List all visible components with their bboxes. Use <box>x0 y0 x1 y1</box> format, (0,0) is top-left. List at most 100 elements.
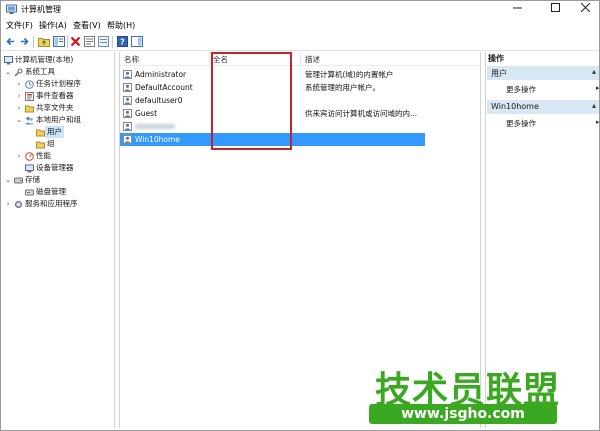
export-list-icon <box>98 36 109 47</box>
column-header-name[interactable]: 名称 <box>124 54 139 65</box>
column-header-fullname[interactable]: 全名 <box>213 54 228 65</box>
minimize-button[interactable] <box>503 1 531 18</box>
tree-label: 组 <box>47 139 55 148</box>
user-row-selected[interactable]: Win10home <box>120 133 425 146</box>
tree-label: 本地用户和组 <box>36 115 81 124</box>
user-name: defaultuser0 <box>135 96 183 105</box>
more-actions-label: 更多操作 <box>506 119 536 128</box>
folder-up-icon <box>37 38 50 47</box>
user-account-icon <box>123 96 132 105</box>
column-divider[interactable] <box>300 52 301 66</box>
tree-label: 系统工具 <box>25 67 55 76</box>
tree-label: 磁盘管理 <box>36 187 66 196</box>
user-description: 管理计算机(域)的内置帐户 <box>305 70 394 79</box>
user-name: Administrator <box>135 70 187 79</box>
actions-section-label: 用户 <box>491 69 507 78</box>
storage-icon <box>14 177 23 184</box>
computer-icon <box>4 56 13 65</box>
performance-icon <box>25 152 34 161</box>
column-header-description[interactable]: 描述 <box>305 54 320 65</box>
services-icon <box>15 201 22 208</box>
more-actions-item[interactable]: 更多操作 ▸ <box>506 118 600 129</box>
properties-icon <box>84 36 95 47</box>
back-button[interactable] <box>4 35 17 48</box>
user-account-icon <box>123 135 132 144</box>
menu-file[interactable]: 文件(F) <box>6 20 33 31</box>
close-button[interactable] <box>571 1 599 18</box>
site-watermark: 技术员联盟 www.jsgho.com <box>353 361 571 425</box>
window-title: 计算机管理 <box>21 5 61 14</box>
toolbar-separator <box>112 36 113 48</box>
user-description: 供来宾访问计算机或访问域的内... <box>305 109 418 118</box>
tree-label: 任务计划程序 <box>36 79 81 88</box>
user-account-icon <box>123 109 132 118</box>
close-icon <box>580 2 590 13</box>
collapse-caret-icon[interactable]: ▴ <box>592 101 596 110</box>
folder-icon <box>36 129 45 137</box>
collapse-chevron-icon[interactable]: ⌄ <box>4 66 12 78</box>
user-row[interactable]: defaultuser0 <box>120 94 425 107</box>
show-hide-tree-button[interactable] <box>52 35 65 48</box>
user-account-icon <box>123 122 132 131</box>
arrow-right-icon <box>21 37 29 46</box>
delete-button[interactable] <box>69 35 82 48</box>
user-name: Guest <box>135 109 158 118</box>
maximize-button[interactable] <box>541 1 569 18</box>
menu-bar: 文件(F) 操作(A) 查看(V) 帮助(H) <box>1 18 599 32</box>
actions-section-label: Win10home <box>491 102 539 111</box>
watermark-url: www.jsgho.com <box>369 404 557 424</box>
forward-button[interactable] <box>18 35 31 48</box>
actions-title: 操作 <box>488 54 504 63</box>
menu-view[interactable]: 查看(V) <box>73 20 101 31</box>
help-button[interactable]: ? <box>116 35 129 48</box>
delete-x-icon <box>70 36 81 47</box>
submenu-arrow-icon: ▸ <box>596 84 600 92</box>
arrow-left-icon <box>6 37 14 46</box>
submenu-arrow-icon: ▸ <box>596 118 600 126</box>
export-list-button[interactable] <box>97 35 110 48</box>
device-manager-icon <box>25 164 34 173</box>
column-divider[interactable] <box>209 52 210 66</box>
toolbar: ? <box>1 32 599 51</box>
expand-chevron-icon[interactable]: › <box>15 102 23 114</box>
properties-button[interactable] <box>83 35 96 48</box>
tree-label: 用户 <box>45 126 64 138</box>
computer-management-window: 计算机管理 文件(F) 操作(A) 查看(V) 帮助(H) ? 计算机管理(本地… <box>0 0 600 431</box>
computer-management-icon <box>6 4 17 14</box>
actions-section-users[interactable]: 用户 ▴ <box>487 66 599 80</box>
toolbar-separator <box>67 36 68 48</box>
shared-folder-icon <box>25 105 34 113</box>
tree-label: 性能 <box>36 151 51 160</box>
user-row-redacted[interactable] <box>120 120 425 133</box>
menu-action[interactable]: 操作(A) <box>39 20 67 31</box>
expand-chevron-icon[interactable]: › <box>15 150 23 162</box>
event-viewer-icon <box>25 92 34 101</box>
actions-section-win10home[interactable]: Win10home ▴ <box>487 100 599 114</box>
show-hide-action-pane-button[interactable] <box>130 35 143 48</box>
user-row[interactable]: Guest 供来宾访问计算机或访问域的内... <box>120 107 425 120</box>
maximize-icon <box>550 3 560 12</box>
svg-text:?: ? <box>120 38 125 47</box>
more-actions-item[interactable]: 更多操作 ▸ <box>506 84 600 95</box>
action-pane-icon <box>130 36 143 47</box>
user-account-icon <box>123 83 132 92</box>
menu-help[interactable]: 帮助(H) <box>107 20 135 31</box>
expand-chevron-icon[interactable]: › <box>4 198 12 210</box>
clock-icon <box>25 80 34 89</box>
up-level-button[interactable] <box>37 35 50 48</box>
collapse-caret-icon[interactable]: ▴ <box>592 67 596 76</box>
expand-chevron-icon[interactable]: › <box>15 90 23 102</box>
console-tree: 计算机管理(本地) ⌄ 系统工具 › 任务计划程序 › 事件查看器 › 共享文件… <box>2 52 115 428</box>
tree-label: 共享文件夹 <box>36 103 74 112</box>
folder-icon <box>36 141 45 149</box>
user-name: DefaultAccount <box>135 83 193 92</box>
expand-chevron-icon[interactable]: › <box>15 78 23 90</box>
list-header: 名称 全名 描述 <box>120 52 480 66</box>
collapse-chevron-icon[interactable]: ⌄ <box>4 174 12 186</box>
user-row[interactable]: Administrator 管理计算机(域)的内置帐户 <box>120 68 425 81</box>
help-icon: ? <box>117 36 128 47</box>
user-row[interactable]: DefaultAccount 系统管理的用户帐户。 <box>120 81 425 94</box>
user-description: 系统管理的用户帐户。 <box>305 83 380 92</box>
collapse-chevron-icon[interactable]: ⌄ <box>15 114 23 126</box>
console-tree-icon <box>52 36 65 47</box>
